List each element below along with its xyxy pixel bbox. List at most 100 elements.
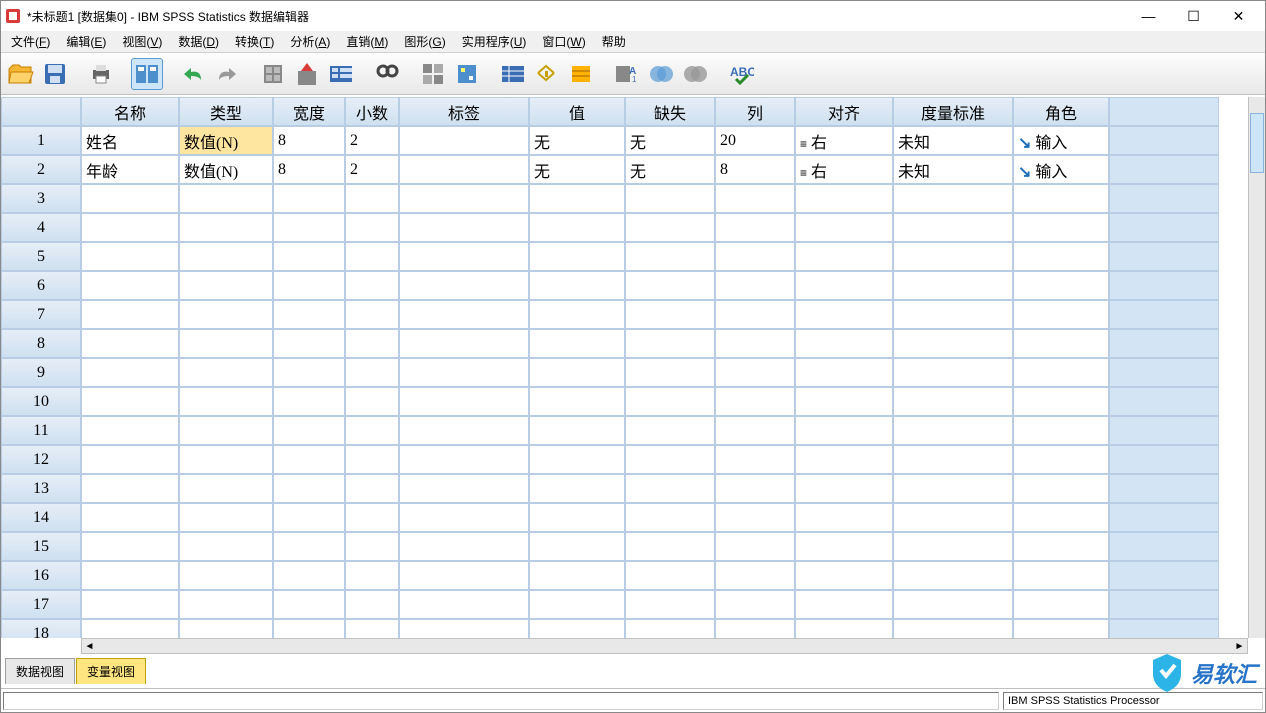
menu-8[interactable]: 实用程序(U) xyxy=(454,31,535,52)
empty-cell[interactable] xyxy=(273,329,345,358)
empty-cell[interactable] xyxy=(1013,300,1109,329)
redo-icon[interactable] xyxy=(211,58,243,90)
empty-cell[interactable] xyxy=(273,242,345,271)
empty-cell[interactable] xyxy=(1013,503,1109,532)
empty-cell[interactable] xyxy=(715,416,795,445)
empty-cell[interactable] xyxy=(399,329,529,358)
empty-cell[interactable] xyxy=(625,300,715,329)
empty-cell[interactable] xyxy=(81,590,179,619)
empty-cell[interactable] xyxy=(399,271,529,300)
empty-cell[interactable] xyxy=(345,213,399,242)
menu-0[interactable]: 文件(F) xyxy=(3,31,58,52)
empty-cell[interactable] xyxy=(81,503,179,532)
corner-cell[interactable] xyxy=(1,97,81,126)
select-cases-icon[interactable] xyxy=(497,58,529,90)
column-header[interactable]: 小数 xyxy=(345,97,399,126)
empty-cell[interactable] xyxy=(715,329,795,358)
spellcheck-icon[interactable]: ABC xyxy=(725,58,757,90)
menu-3[interactable]: 数据(D) xyxy=(170,31,227,52)
empty-cell[interactable] xyxy=(345,532,399,561)
empty-cell[interactable] xyxy=(529,213,625,242)
row-header[interactable]: 2 xyxy=(1,155,81,184)
empty-cell[interactable] xyxy=(399,619,529,638)
empty-cell[interactable] xyxy=(179,590,273,619)
row-header[interactable]: 10 xyxy=(1,387,81,416)
empty-cell[interactable] xyxy=(81,474,179,503)
empty-cell[interactable] xyxy=(715,242,795,271)
open-icon[interactable] xyxy=(5,58,37,90)
empty-cell[interactable] xyxy=(795,561,893,590)
goto-case-icon[interactable] xyxy=(257,58,289,90)
empty-cell[interactable] xyxy=(273,358,345,387)
column-header[interactable]: 角色 xyxy=(1013,97,1109,126)
empty-cell[interactable] xyxy=(715,532,795,561)
empty-cell[interactable] xyxy=(179,329,273,358)
empty-cell[interactable] xyxy=(273,213,345,242)
empty-cell[interactable] xyxy=(81,300,179,329)
row-header[interactable]: 3 xyxy=(1,184,81,213)
empty-cell[interactable] xyxy=(345,445,399,474)
column-header[interactable]: 缺失 xyxy=(625,97,715,126)
empty-cell[interactable] xyxy=(795,387,893,416)
empty-cell[interactable] xyxy=(715,271,795,300)
cell-measure[interactable]: 未知 xyxy=(893,126,1013,155)
empty-cell[interactable] xyxy=(893,300,1013,329)
empty-cell[interactable] xyxy=(893,619,1013,638)
empty-cell[interactable] xyxy=(273,387,345,416)
empty-cell[interactable] xyxy=(273,532,345,561)
empty-cell[interactable] xyxy=(625,532,715,561)
empty-cell[interactable] xyxy=(179,358,273,387)
empty-cell[interactable] xyxy=(529,416,625,445)
empty-cell[interactable] xyxy=(529,619,625,638)
empty-cell[interactable] xyxy=(795,184,893,213)
empty-cell[interactable] xyxy=(715,184,795,213)
row-header[interactable]: 8 xyxy=(1,329,81,358)
empty-cell[interactable] xyxy=(1013,474,1109,503)
empty-cell[interactable] xyxy=(179,445,273,474)
empty-cell[interactable] xyxy=(795,474,893,503)
empty-cell[interactable] xyxy=(715,445,795,474)
empty-cell[interactable] xyxy=(1013,387,1109,416)
empty-cell[interactable] xyxy=(399,184,529,213)
empty-cell[interactable] xyxy=(795,271,893,300)
menu-10[interactable]: 帮助 xyxy=(594,31,634,52)
empty-cell[interactable] xyxy=(179,242,273,271)
empty-cell[interactable] xyxy=(345,329,399,358)
empty-cell[interactable] xyxy=(795,532,893,561)
column-header[interactable]: 类型 xyxy=(179,97,273,126)
empty-cell[interactable] xyxy=(399,213,529,242)
empty-cell[interactable] xyxy=(893,242,1013,271)
empty-cell[interactable] xyxy=(529,184,625,213)
empty-cell[interactable] xyxy=(893,445,1013,474)
empty-cell[interactable] xyxy=(81,242,179,271)
empty-cell[interactable] xyxy=(893,561,1013,590)
empty-cell[interactable] xyxy=(715,503,795,532)
scroll-right-icon[interactable]: ► xyxy=(1232,639,1247,653)
sets2-icon[interactable] xyxy=(679,58,711,90)
empty-cell[interactable] xyxy=(1013,416,1109,445)
empty-cell[interactable] xyxy=(345,561,399,590)
empty-cell[interactable] xyxy=(715,590,795,619)
empty-cell[interactable] xyxy=(893,329,1013,358)
empty-cell[interactable] xyxy=(1013,213,1109,242)
empty-cell[interactable] xyxy=(399,474,529,503)
cell-width[interactable]: 8 xyxy=(273,126,345,155)
empty-cell[interactable] xyxy=(1013,561,1109,590)
empty-cell[interactable] xyxy=(893,387,1013,416)
empty-cell[interactable] xyxy=(81,358,179,387)
empty-cell[interactable] xyxy=(625,271,715,300)
empty-cell[interactable] xyxy=(399,503,529,532)
empty-cell[interactable] xyxy=(625,184,715,213)
empty-cell[interactable] xyxy=(273,474,345,503)
cell-measure[interactable]: 未知 xyxy=(893,155,1013,184)
empty-cell[interactable] xyxy=(715,474,795,503)
empty-cell[interactable] xyxy=(179,271,273,300)
dialog-recall-icon[interactable] xyxy=(131,58,163,90)
row-header[interactable]: 14 xyxy=(1,503,81,532)
find-icon[interactable] xyxy=(371,58,403,90)
empty-cell[interactable] xyxy=(399,532,529,561)
empty-cell[interactable] xyxy=(399,416,529,445)
row-header[interactable]: 7 xyxy=(1,300,81,329)
row-header[interactable]: 16 xyxy=(1,561,81,590)
empty-cell[interactable] xyxy=(273,300,345,329)
